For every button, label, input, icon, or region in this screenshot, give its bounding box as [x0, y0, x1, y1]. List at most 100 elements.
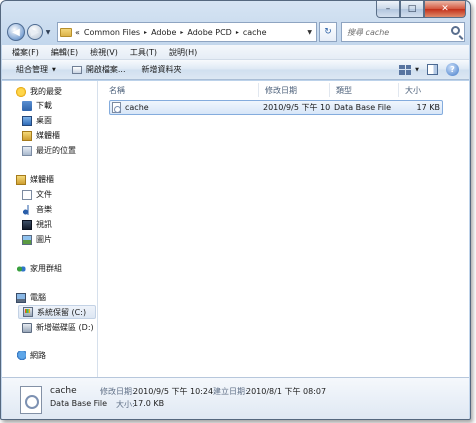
- sidebar-item-drive-d[interactable]: 新增磁碟區 (D:): [22, 322, 94, 333]
- details-pane: cache Data Base File 修改日期: 2010/9/5 下午 1…: [2, 377, 469, 419]
- help-icon[interactable]: ?: [446, 63, 459, 76]
- file-modified: 2010/9/5 下午 10...: [263, 103, 331, 112]
- sidebar-item-pictures[interactable]: 圖片: [22, 234, 52, 245]
- music-icon: [22, 204, 32, 215]
- sidebar-item-documents[interactable]: 文件: [22, 189, 52, 200]
- drive-icon: [22, 322, 32, 333]
- chevron-right-icon[interactable]: ▸: [180, 29, 183, 36]
- recent-pages-dropdown[interactable]: ▼: [43, 29, 53, 36]
- address-dropdown-icon[interactable]: ▼: [307, 29, 312, 36]
- new-folder-button[interactable]: 新增資料夾: [142, 64, 182, 75]
- sidebar-item-drive-c[interactable]: 系統保留 (C:): [18, 305, 96, 319]
- sidebar-item-favorites[interactable]: 我的最愛: [16, 86, 62, 97]
- file-list[interactable]: 名稱 修改日期 類型 大小 cache 2010/9/5 下午 10... Da…: [99, 81, 469, 377]
- menu-tools[interactable]: 工具(T): [130, 47, 157, 58]
- sidebar-item-videos[interactable]: 視訊: [22, 219, 52, 230]
- sidebar-item-computer[interactable]: 電腦: [16, 292, 46, 303]
- details-filetype: Data Base File: [50, 399, 108, 408]
- chevron-right-icon[interactable]: ▸: [144, 29, 147, 36]
- sidebar-item-libraries[interactable]: 媒體櫃: [16, 174, 54, 185]
- column-header-modified[interactable]: 修改日期: [259, 83, 330, 97]
- preview-pane-icon[interactable]: [427, 64, 438, 75]
- command-bar: 組合管理 ▼ 開啟檔案... 新增資料夾 ▼ ?: [2, 60, 469, 80]
- minimize-button[interactable]: –: [376, 1, 400, 18]
- details-size-value: 17.0 KB: [133, 399, 165, 408]
- close-button[interactable]: ✕: [424, 1, 466, 18]
- desktop-icon: [22, 115, 32, 126]
- breadcrumb-overflow[interactable]: «: [75, 28, 80, 37]
- column-header-name[interactable]: 名稱: [103, 83, 259, 97]
- navigation-row: ◀ ▶ ▼ « Common Files ▸ Adobe ▸ Adobe PCD…: [7, 21, 465, 43]
- caption-buttons: – □ ✕: [376, 1, 466, 18]
- back-button[interactable]: ◀: [7, 23, 25, 41]
- sidebar-item-label: 圖片: [36, 235, 52, 244]
- sidebar-item-label: 媒體櫃: [30, 175, 54, 184]
- sidebar-item-label: 新增磁碟區 (D:): [36, 323, 94, 332]
- chevron-right-icon[interactable]: ▸: [236, 29, 239, 36]
- change-view-icon[interactable]: [399, 64, 412, 75]
- chevron-down-icon: ▼: [52, 66, 56, 73]
- breadcrumb-adobe[interactable]: Adobe: [151, 28, 176, 37]
- details-filename: cache: [50, 386, 77, 396]
- homegroup-icon: [16, 263, 26, 274]
- maximize-button[interactable]: □: [400, 1, 424, 18]
- star-icon: [16, 86, 26, 97]
- sidebar-item-music[interactable]: 音樂: [22, 204, 52, 215]
- open-file-icon: [71, 65, 82, 74]
- explorer-window: – □ ✕ ◀ ▶ ▼ « Common Files ▸ Adobe ▸ Ado…: [0, 0, 471, 420]
- sidebar-item-libraries-fav[interactable]: 媒體櫃: [22, 130, 60, 141]
- menu-file[interactable]: 檔案(F): [12, 47, 39, 58]
- menu-edit[interactable]: 編輯(E): [51, 47, 78, 58]
- navigation-pane[interactable]: 我的最愛 下載 桌面 媒體櫃 最近的位置 媒體櫃 文件 音樂 視訊 圖片 家用群…: [2, 81, 98, 377]
- video-icon: [22, 219, 32, 230]
- sidebar-item-label: 視訊: [36, 220, 52, 229]
- sidebar-item-label: 下載: [36, 101, 52, 110]
- sidebar-item-downloads[interactable]: 下載: [22, 100, 52, 111]
- content-area: 我的最愛 下載 桌面 媒體櫃 最近的位置 媒體櫃 文件 音樂 視訊 圖片 家用群…: [2, 81, 469, 377]
- open-file-button[interactable]: 開啟檔案...: [71, 64, 126, 75]
- breadcrumb-adobe-pcd[interactable]: Adobe PCD: [187, 28, 231, 37]
- details-modified-value: 2010/9/5 下午 10:24: [133, 387, 214, 396]
- refresh-button[interactable]: ↻: [319, 22, 337, 42]
- sidebar-item-label: 網路: [30, 351, 46, 360]
- organize-label: 組合管理: [16, 65, 48, 74]
- sidebar-item-desktop[interactable]: 桌面: [22, 115, 52, 126]
- table-row[interactable]: cache 2010/9/5 下午 10... Data Base File 1…: [109, 100, 443, 115]
- library-icon: [22, 130, 32, 141]
- view-controls: ▼ ?: [399, 63, 459, 76]
- search-icon[interactable]: [451, 26, 460, 35]
- new-folder-label: 新增資料夾: [141, 65, 182, 74]
- menu-view[interactable]: 檢視(V): [90, 47, 118, 58]
- open-file-label: 開啟檔案...: [85, 65, 126, 74]
- details-size-label: 大小:: [116, 400, 135, 409]
- file-name: cache: [125, 103, 149, 112]
- view-dropdown-icon[interactable]: ▼: [415, 67, 419, 73]
- sidebar-item-network[interactable]: 網路: [16, 350, 46, 361]
- documents-icon: [22, 189, 32, 200]
- network-icon: [16, 350, 26, 361]
- search-input[interactable]: [347, 27, 457, 37]
- file-size: 17 KB: [416, 103, 440, 112]
- address-bar[interactable]: « Common Files ▸ Adobe ▸ Adobe PCD ▸ cac…: [57, 22, 317, 42]
- breadcrumb-common-files[interactable]: Common Files: [84, 28, 140, 37]
- menu-help[interactable]: 說明(H): [169, 47, 197, 58]
- sidebar-item-recent-places[interactable]: 最近的位置: [22, 145, 76, 156]
- recent-places-icon: [22, 145, 32, 156]
- sidebar-item-label: 電腦: [30, 293, 46, 302]
- details-created-label: 建立日期:: [213, 387, 248, 396]
- forward-button[interactable]: ▶: [27, 24, 43, 40]
- sidebar-item-homegroup[interactable]: 家用群組: [16, 263, 62, 274]
- search-box[interactable]: [341, 22, 465, 42]
- sidebar-item-label: 我的最愛: [30, 87, 62, 96]
- breadcrumb-cache[interactable]: cache: [243, 28, 267, 37]
- sidebar-item-label: 音樂: [36, 205, 52, 214]
- column-header-size[interactable]: 大小: [399, 83, 449, 97]
- sidebar-item-label: 桌面: [36, 116, 52, 125]
- details-created-value: 2010/8/1 下午 08:07: [246, 387, 327, 396]
- sidebar-item-label: 家用群組: [30, 264, 62, 273]
- sidebar-item-label: 文件: [36, 190, 52, 199]
- column-header-type[interactable]: 類型: [330, 83, 399, 97]
- sidebar-item-label: 最近的位置: [36, 146, 76, 155]
- system-drive-icon: [23, 307, 33, 317]
- organize-button[interactable]: 組合管理 ▼: [16, 64, 56, 75]
